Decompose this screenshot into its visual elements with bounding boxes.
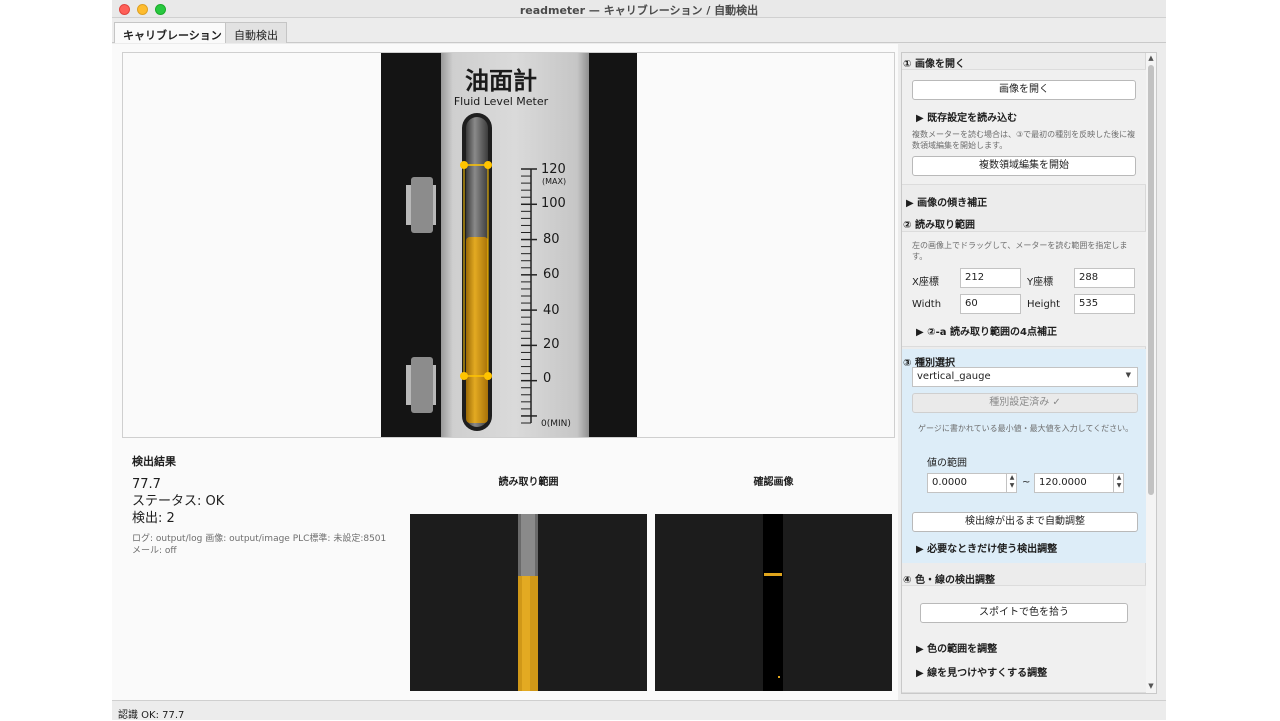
tab-calibration[interactable]: キャリブレーション (114, 22, 231, 43)
status-bar: 認識 OK: 77.7 (112, 700, 1166, 721)
scroll-thumb[interactable] (1148, 65, 1154, 495)
type-select-value: vertical_gauge (917, 371, 991, 382)
window-title: readmeter — キャリブレーション / 自動検出 (519, 4, 759, 17)
crop-handle-bottom-left[interactable] (460, 372, 468, 380)
eyedropper-button[interactable]: スポイトで色を拾う (920, 603, 1128, 623)
confirm-image-preview (655, 514, 892, 691)
scale-label-0-min: 0(MIN) (541, 419, 571, 429)
min-value-field[interactable]: 0.0000 ▲ ▼ (927, 473, 1017, 493)
read-range-preview (410, 514, 647, 691)
section-1-body: 画像を開く ▶ 既存設定を読み込む 複数メーターを読む場合は、③で最初の種別を反… (902, 69, 1146, 185)
multi-region-edit-button[interactable]: 複数領域編集を開始 (912, 156, 1136, 176)
scale-label-80: 80 (543, 232, 560, 247)
crop-handle-top-right[interactable] (484, 161, 492, 169)
auto-adjust-button[interactable]: 検出線が出るまで自動調整 (912, 512, 1138, 532)
color-range-toggle[interactable]: ▶ 色の範囲を調整 (916, 640, 997, 655)
settings-panel: ▲ ▼ ① 画像を開く 画像を開く ▶ 既存設定を読み込む 複数メーターを読む場… (901, 52, 1157, 694)
scroll-down-icon[interactable]: ▼ (1147, 682, 1155, 690)
open-image-button[interactable]: 画像を開く (912, 80, 1136, 100)
line-adjust-toggle[interactable]: ▶ 線を見つけやすくする調整 (916, 664, 1047, 679)
calibration-main: 油面計 Fluid Level Meter 120 (MAX) 100 80 6… (112, 44, 898, 700)
section-2-body: 左の画像上でドラッグして、メーターを読む範囲を指定します。 X座標 212 Y座… (902, 231, 1146, 347)
y-coord-field[interactable]: 288 (1074, 268, 1135, 288)
min-value-text: 0.0000 (932, 477, 967, 488)
read-range-title: 読み取り範囲 (498, 477, 559, 488)
result-title: 検出結果 (132, 455, 176, 468)
image-canvas[interactable]: 油面計 Fluid Level Meter 120 (MAX) 100 80 6… (122, 52, 895, 438)
scale-label-100: 100 (541, 196, 566, 211)
width-label: Width (912, 299, 942, 310)
meter-title-en: Fluid Level Meter (454, 95, 549, 108)
multi-region-note: 複数メーターを読む場合は、③で最初の種別を反映した後に複数領域編集を開始します。 (912, 130, 1136, 150)
scale-label-0: 0 (543, 371, 551, 386)
height-field[interactable]: 535 (1074, 294, 1135, 314)
tilt-correction-toggle[interactable]: ▶ 画像の傾き補正 (906, 194, 987, 209)
min-stepper[interactable]: ▲ ▼ (1006, 474, 1017, 492)
section-4-title[interactable]: ④ 色・線の検出調整 (903, 571, 1147, 586)
scale-label-60: 60 (543, 267, 560, 282)
scroll-up-icon[interactable]: ▲ (1147, 54, 1155, 62)
value-range-label: 値の範囲 (927, 458, 967, 469)
max-value-field[interactable]: 120.0000 ▲ ▼ (1034, 473, 1124, 493)
result-value: 77.7 (132, 477, 161, 492)
four-point-correction-toggle[interactable]: ▶ ②-a 読み取り範囲の4点補正 (916, 323, 1057, 338)
result-detected: 検出: 2 (132, 511, 175, 526)
range-separator: ~ (1022, 477, 1031, 488)
section-1-title[interactable]: ① 画像を開く (903, 55, 1147, 70)
meter-title-jp: 油面計 (465, 67, 537, 95)
section-2-title[interactable]: ② 読み取り範囲 (903, 216, 1147, 231)
scale-label-40: 40 (543, 303, 560, 318)
max-stepper[interactable]: ▲ ▼ (1113, 474, 1124, 492)
x-coord-label: X座標 (912, 277, 939, 288)
meter-image[interactable]: 油面計 Fluid Level Meter 120 (MAX) 100 80 6… (381, 53, 637, 437)
tab-auto-detect[interactable]: 自動検出 (225, 22, 287, 43)
width-field[interactable]: 60 (960, 294, 1021, 314)
height-label: Height (1027, 299, 1061, 310)
section-4-body: スポイトで色を拾う ▶ 色の範囲を調整 ▶ 線を見つけやすくする調整 (902, 585, 1146, 693)
scale-label-120: 120 (541, 162, 566, 177)
crop-handle-bottom-right[interactable] (484, 372, 492, 380)
result-mail-line: メール: off (132, 546, 177, 556)
section-3-body: ③ 種別選択 vertical_gauge ▼ 種別設定済み ✓ ゲージに書かれ… (902, 349, 1146, 563)
tab-bar: キャリブレーション 自動検出 (112, 19, 1166, 43)
optional-adjust-toggle[interactable]: ▶ 必要なときだけ使う検出調整 (916, 540, 1057, 555)
value-range-note: ゲージに書かれている最小値・最大値を入力してください。 (918, 424, 1134, 433)
title-bar: readmeter — キャリブレーション / 自動検出 (112, 0, 1166, 18)
x-coord-field[interactable]: 212 (960, 268, 1021, 288)
confirm-image-title: 確認画像 (753, 477, 794, 488)
scale-label-20: 20 (543, 337, 560, 352)
load-settings-toggle[interactable]: ▶ 既存設定を読み込む (916, 109, 1017, 124)
result-log-line: ログ: output/log 画像: output/image PLC標準: 未… (132, 534, 387, 544)
crop-handle-top-left[interactable] (460, 161, 468, 169)
y-coord-label: Y座標 (1027, 277, 1054, 288)
max-value-text: 120.0000 (1039, 477, 1087, 488)
panel-scrollbar[interactable]: ▲ ▼ (1145, 53, 1156, 693)
type-set-button[interactable]: 種別設定済み ✓ (912, 393, 1138, 413)
app-window: readmeter — キャリブレーション / 自動検出 キャリブレーション 自… (112, 0, 1166, 721)
result-status: ステータス: OK (132, 494, 225, 509)
chevron-down-icon: ▼ (1125, 371, 1131, 379)
scale-label-max: (MAX) (542, 177, 566, 186)
status-text: 認識 OK: 77.7 (118, 710, 185, 721)
read-range-note: 左の画像上でドラッグして、メーターを読む範囲を指定します。 (912, 241, 1128, 261)
detection-result: 検出結果 77.7 ステータス: OK 検出: 2 ログ: output/log… (132, 453, 402, 557)
type-select[interactable]: vertical_gauge ▼ (912, 367, 1138, 387)
